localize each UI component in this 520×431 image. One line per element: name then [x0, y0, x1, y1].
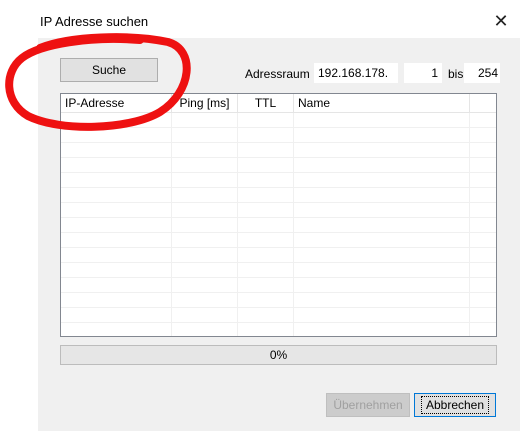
table-row[interactable] [61, 113, 496, 128]
table-row[interactable] [61, 233, 496, 248]
table-row[interactable] [61, 188, 496, 203]
to-label: bis [448, 67, 464, 81]
ip-search-dialog: IP Adresse suchen ✕ Suche Adressraum 192… [38, 0, 520, 431]
column-divider [293, 113, 294, 336]
start-octet-value: 1 [431, 66, 438, 80]
title-bar: IP Adresse suchen ✕ [38, 0, 520, 38]
column-header-name[interactable]: Name [294, 94, 470, 112]
table-row[interactable] [61, 203, 496, 218]
ip-prefix-field[interactable]: 192.168.178. [314, 63, 398, 83]
column-divider [469, 113, 470, 336]
apply-button[interactable]: Übernehmen [326, 393, 410, 417]
cancel-button[interactable]: Abbrechen [414, 393, 496, 417]
table-row[interactable] [61, 278, 496, 293]
table-row[interactable] [61, 293, 496, 308]
close-button[interactable]: ✕ [486, 8, 516, 34]
end-octet-value: 254 [477, 66, 498, 80]
column-header-ttl[interactable]: TTL [238, 94, 294, 112]
progress-bar: 0% [60, 345, 497, 365]
table-row[interactable] [61, 143, 496, 158]
ip-prefix-value: 192.168.178. [318, 66, 389, 80]
window-title: IP Adresse suchen [40, 14, 149, 29]
search-button[interactable]: Suche [60, 58, 158, 82]
address-range-label: Adressraum [245, 67, 310, 81]
column-divider [171, 113, 172, 336]
start-octet-field[interactable]: 1 [404, 63, 442, 83]
results-table[interactable]: IP-Adresse Ping [ms] TTL Name [60, 93, 497, 337]
table-header: IP-Adresse Ping [ms] TTL Name [61, 94, 496, 113]
table-row[interactable] [61, 308, 496, 323]
table-row[interactable] [61, 158, 496, 173]
close-icon: ✕ [493, 10, 509, 31]
table-row[interactable] [61, 248, 496, 263]
progress-text: 0% [269, 348, 288, 362]
search-button-label: Suche [91, 63, 127, 77]
table-row[interactable] [61, 263, 496, 278]
apply-button-label: Übernehmen [333, 398, 403, 412]
table-row[interactable] [61, 173, 496, 188]
table-body [61, 113, 496, 336]
column-header-ping[interactable]: Ping [ms] [172, 94, 238, 112]
table-row[interactable] [61, 218, 496, 233]
column-divider [237, 113, 238, 336]
cancel-button-label: Abbrechen [420, 396, 490, 414]
column-header-ip[interactable]: IP-Adresse [61, 94, 172, 112]
column-header-filler [470, 94, 496, 112]
table-row[interactable] [61, 128, 496, 143]
end-octet-field[interactable]: 254 [464, 63, 500, 83]
